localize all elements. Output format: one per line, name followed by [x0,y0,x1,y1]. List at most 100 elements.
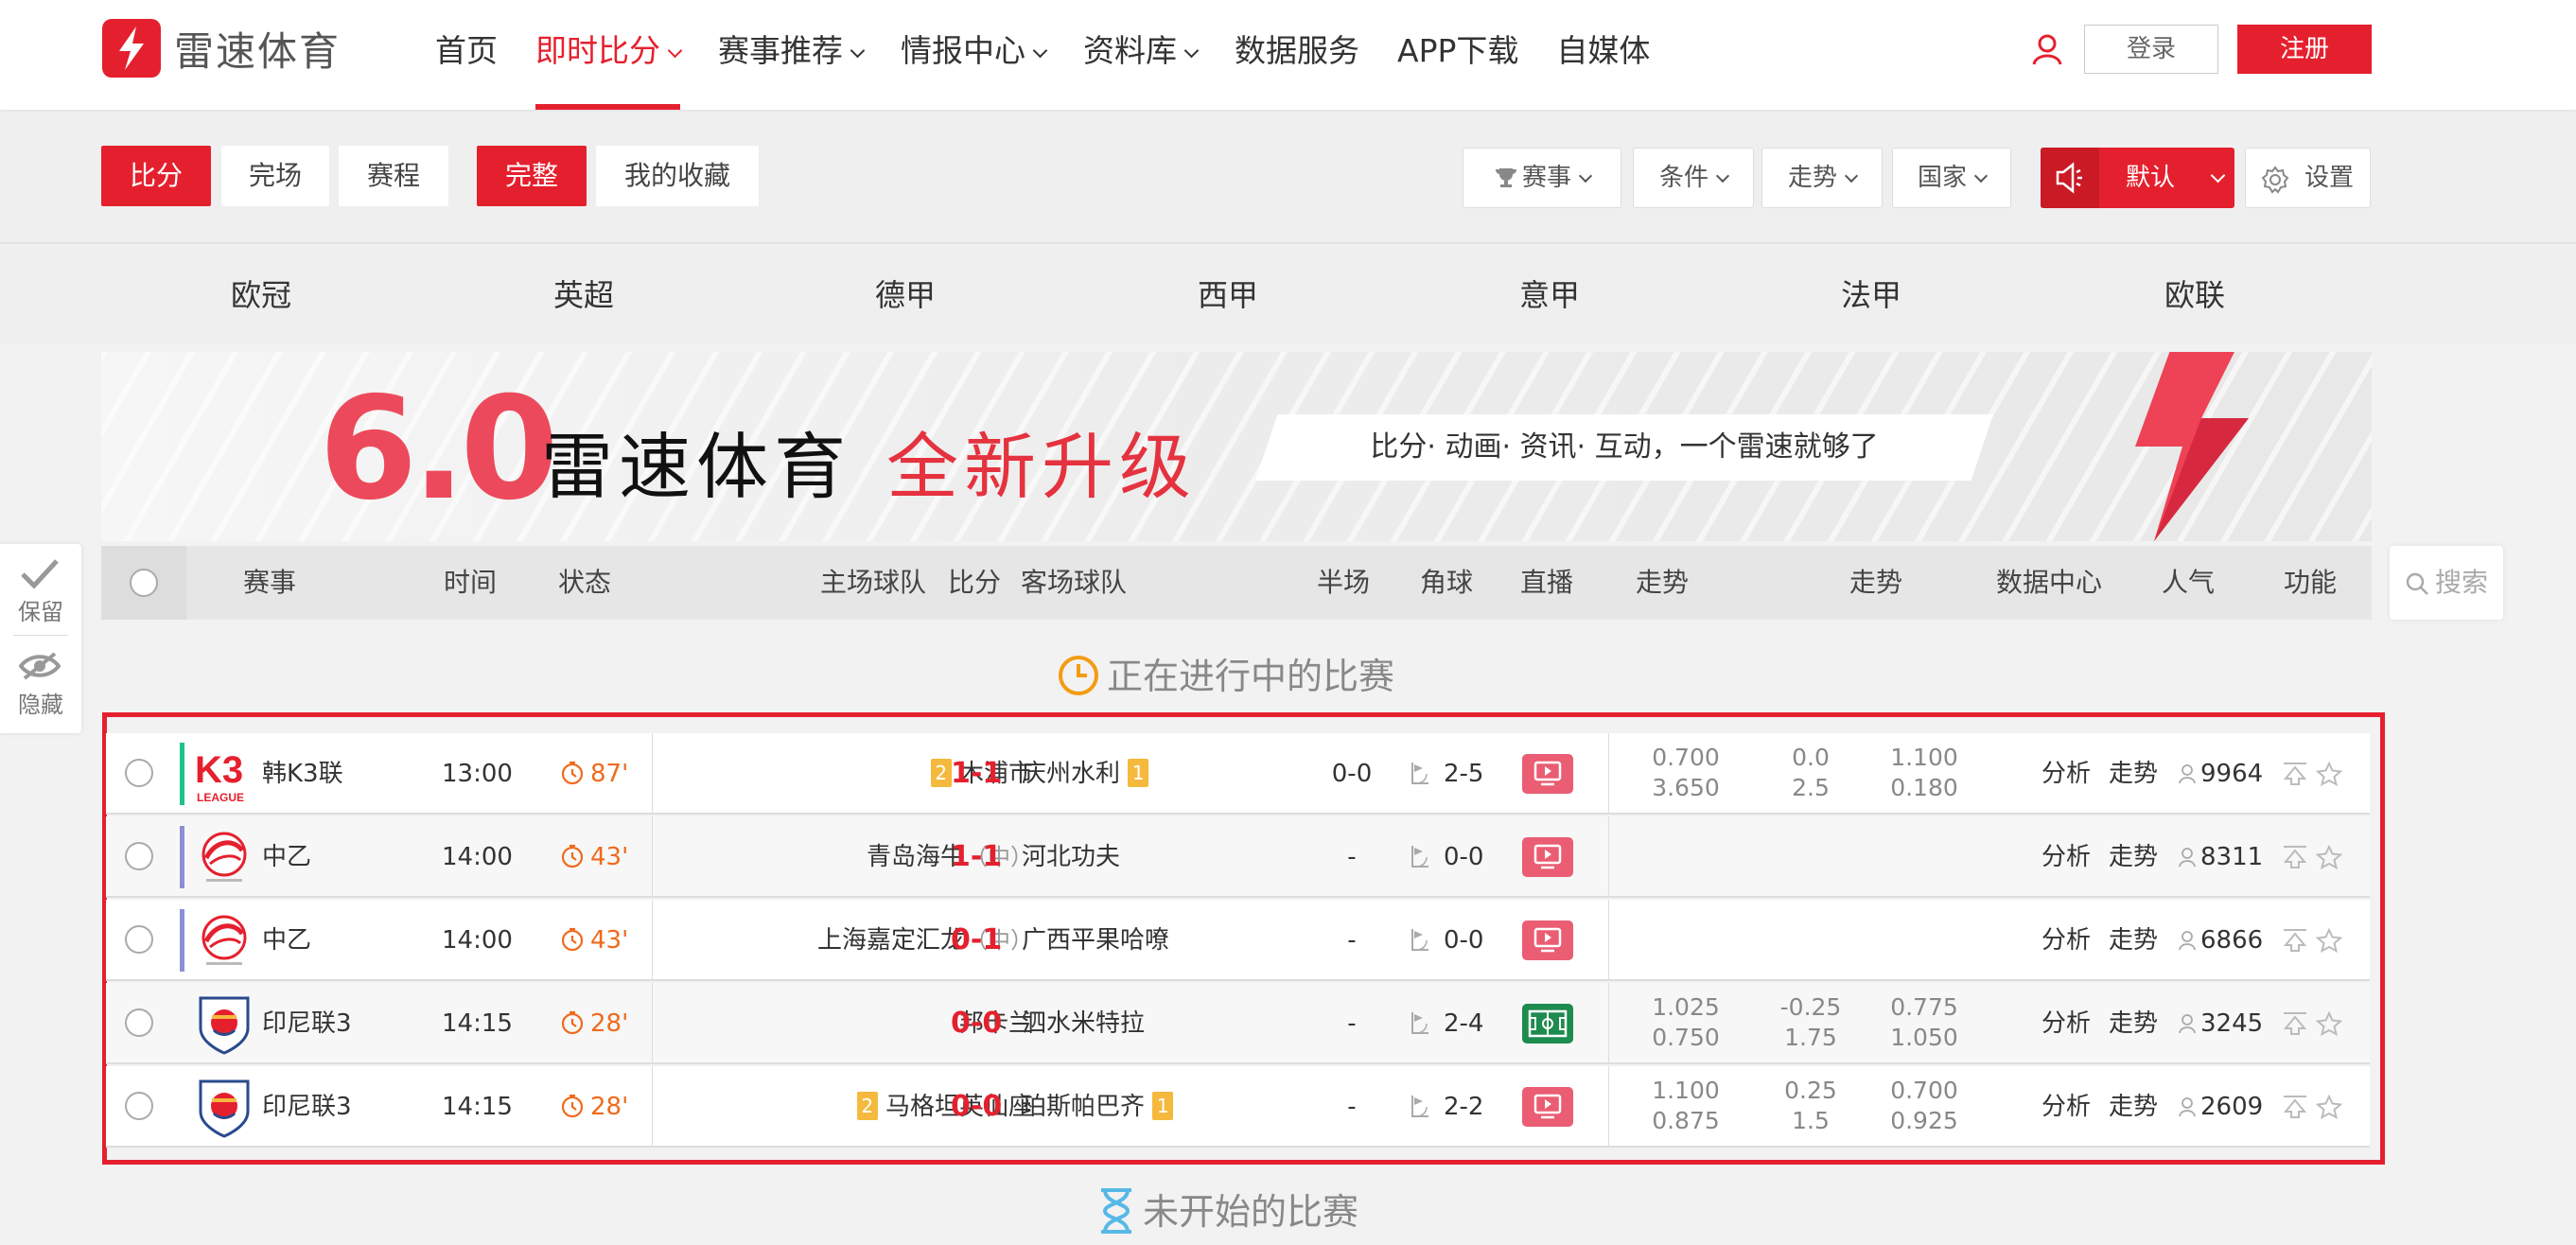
filter-league[interactable]: 赛事 [1463,148,1621,208]
star-icon[interactable] [2315,761,2343,790]
league-link-2[interactable]: 德甲 [830,246,981,344]
home-team[interactable]: 2 马格坦英仙座 [856,1066,1033,1148]
analyze-link[interactable]: 分析 [2042,816,2091,898]
match-row[interactable]: K3 LEAGUE 韩K3联 13:00 87' 2 木浦市 1-1 庆州水利 1 0-0 2-5… [106,733,2370,815]
analyze-link[interactable]: 分析 [2042,1066,2091,1148]
search-button[interactable]: 搜索 [2390,546,2503,620]
tab-finished[interactable]: 完场 [221,146,329,206]
video-live-icon[interactable] [1522,921,1573,960]
league-link-5[interactable]: 法甲 [1796,246,1947,344]
select-all-checkbox[interactable] [130,569,158,597]
video-live-icon[interactable] [1522,1087,1573,1127]
tab-score[interactable]: 比分 [101,146,211,206]
match-checkbox[interactable] [125,759,153,787]
match-checkbox[interactable] [125,1008,153,1037]
speaker-icon[interactable] [2041,148,2099,208]
settings-button[interactable]: 设置 [2245,148,2371,208]
league-link-0[interactable]: 欧冠 [185,246,337,344]
away-team[interactable]: 广西平果哈嘹 [1022,900,1169,981]
user-icon[interactable] [2030,32,2064,66]
star-icon[interactable] [2315,844,2343,873]
odds-cell[interactable]: -0.25 1.75 [1763,992,1858,1053]
star-icon[interactable] [2315,927,2343,956]
match-league[interactable]: 韩K3联 [262,733,343,815]
odds-cell[interactable]: 0.0 2.5 [1763,743,1858,803]
away-team[interactable]: 河北功夫 [1022,816,1120,898]
keep-button[interactable]: 保留 [0,593,81,626]
star-icon[interactable] [2315,1010,2343,1040]
trend-link[interactable]: 走势 [2109,983,2158,1064]
away-team[interactable]: 泗水米特拉 [1022,983,1145,1064]
pitch-animation-icon[interactable] [1522,1004,1573,1043]
login-button[interactable]: 登录 [2084,25,2218,74]
match-score[interactable]: 1-1 [951,733,1002,815]
away-team[interactable]: 庆州水利 1 [1022,733,1149,815]
league-link-3[interactable]: 西甲 [1152,246,1304,344]
filter-country[interactable]: 国家 [1892,148,2011,208]
nav-item-6[interactable]: APP下载 [1378,0,1537,110]
match-score[interactable]: 0-1 [951,900,1002,981]
odds-cell[interactable]: 0.775 1.050 [1877,992,1971,1053]
match-row[interactable]: 印尼联3 14:15 28' 2 马格坦英仙座 0-0 珀斯帕巴齐 1 - 2-2 1.100 0… [106,1066,2370,1148]
odds-cell[interactable]: 0.700 0.925 [1877,1076,1971,1136]
pin-top-icon[interactable] [2282,845,2308,873]
analyze-link[interactable]: 分析 [2042,900,2091,981]
trend-link[interactable]: 走势 [2109,733,2158,815]
league-link-6[interactable]: 欧联 [2119,246,2270,344]
match-score[interactable]: 1-1 [951,816,1002,898]
home-team[interactable]: 青岛海牛（中） [867,816,1033,898]
odds-cell[interactable]: 0.25 1.5 [1763,1076,1858,1136]
filter-trend[interactable]: 走势 [1761,148,1883,208]
view-full[interactable]: 完整 [477,146,587,206]
match-league[interactable]: 中乙 [262,816,311,898]
match-checkbox[interactable] [125,925,153,954]
star-icon[interactable] [2315,1094,2343,1123]
trend-link[interactable]: 走势 [2109,816,2158,898]
nav-item-5[interactable]: 数据服务 [1216,0,1378,110]
odds-cell[interactable]: 0.700 3.650 [1638,743,1733,803]
analyze-link[interactable]: 分析 [2042,983,2091,1064]
view-favorites[interactable]: 我的收藏 [596,146,759,206]
odds-cell[interactable]: 1.100 0.180 [1877,743,1971,803]
trend-link[interactable]: 走势 [2109,900,2158,981]
pin-top-icon[interactable] [2282,1095,2308,1123]
nav-item-7[interactable]: 自媒体 [1537,0,1669,110]
odds-cell[interactable]: 1.100 0.875 [1638,1076,1733,1136]
match-score[interactable]: 0-0 [951,983,1002,1064]
check-icon[interactable] [19,557,61,589]
pin-top-icon[interactable] [2282,762,2308,790]
video-live-icon[interactable] [1522,754,1573,794]
video-live-icon[interactable] [1522,837,1573,877]
match-checkbox[interactable] [125,1092,153,1120]
nav-item-1[interactable]: 即时比分 [517,0,699,110]
match-row[interactable]: 印尼联3 14:15 28' 邦卡兰 0-0 泗水米特拉 -2-4 1.025 0.750 -0.… [106,983,2370,1064]
register-button[interactable]: 注册 [2237,25,2372,74]
match-league[interactable]: 印尼联3 [262,1066,352,1148]
match-league[interactable]: 中乙 [262,900,311,981]
filter-condition[interactable]: 条件 [1633,148,1754,208]
trend-link[interactable]: 走势 [2109,1066,2158,1148]
nav-item-4[interactable]: 资料库 [1064,0,1216,110]
nav-item-3[interactable]: 情报中心 [882,0,1064,110]
nav-item-2[interactable]: 赛事推荐 [699,0,882,110]
tab-schedule[interactable]: 赛程 [339,146,448,206]
match-checkbox[interactable] [125,842,153,870]
league-link-4[interactable]: 意甲 [1474,246,1625,344]
pin-top-icon[interactable] [2282,1011,2308,1040]
hide-button[interactable]: 隐藏 [0,686,81,719]
eye-hide-icon[interactable] [19,650,61,682]
brand-logo[interactable]: 雷速体育 [102,17,341,79]
promo-banner[interactable]: 6.0 雷速体育 全新升级 比分· 动画· 资讯· 互动，一个雷速就够了 [101,352,2372,541]
odds-cell[interactable]: 1.025 0.750 [1638,992,1733,1053]
nav-item-0[interactable]: 首页 [416,0,517,110]
match-row[interactable]: 中乙 14:00 43' 上海嘉定汇龙（中） 0-1 广西平果哈嘹 -0-0 分析 走势 6866 [106,900,2370,981]
sound-selector[interactable]: 默认 [2041,148,2234,208]
match-score[interactable]: 0-0 [951,1066,1002,1148]
pin-top-icon[interactable] [2282,928,2308,956]
away-team[interactable]: 珀斯帕巴齐 1 [1022,1066,1174,1148]
league-link-1[interactable]: 英超 [508,246,659,344]
header-away: 客场球队 [1021,567,1128,598]
match-row[interactable]: 中乙 14:00 43' 青岛海牛（中） 1-1 河北功夫 - 0-0 分析 走势 8311 [106,816,2370,898]
analyze-link[interactable]: 分析 [2042,733,2091,815]
match-league[interactable]: 印尼联3 [262,983,352,1064]
